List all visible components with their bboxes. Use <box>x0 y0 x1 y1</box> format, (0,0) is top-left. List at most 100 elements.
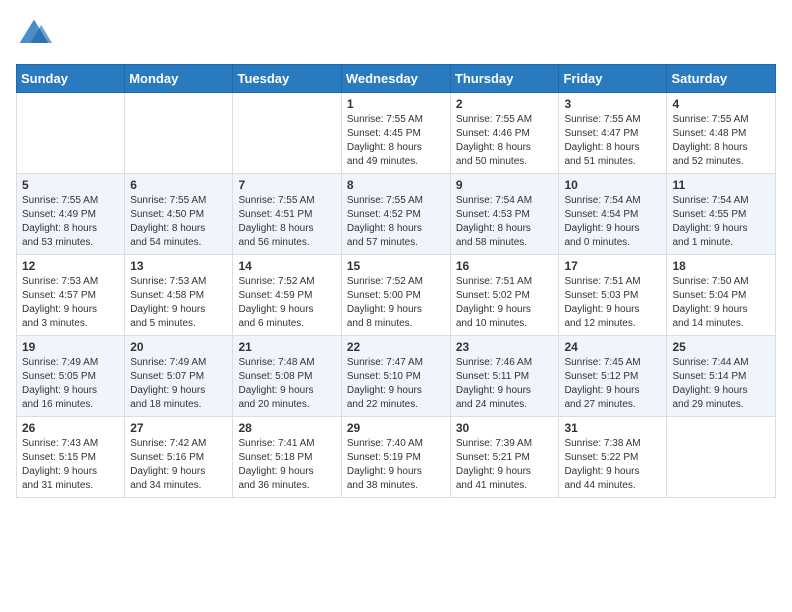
weekday-header: Saturday <box>667 65 776 93</box>
day-number: 2 <box>456 97 554 111</box>
calendar-cell: 3 Sunrise: 7:55 AM Sunset: 4:47 PM Daylig… <box>559 93 667 174</box>
day-info: Sunrise: 7:55 AM Sunset: 4:48 PM Dayligh… <box>672 113 770 169</box>
calendar-cell: 4 Sunrise: 7:55 AM Sunset: 4:48 PM Daylig… <box>667 93 776 174</box>
day-info: Sunrise: 7:52 AM Sunset: 5:00 PM Dayligh… <box>347 275 445 331</box>
calendar-cell: 17 Sunrise: 7:51 AM Sunset: 5:03 PM Dayli… <box>559 255 667 336</box>
day-info: Sunrise: 7:55 AM Sunset: 4:52 PM Dayligh… <box>347 194 445 250</box>
day-number: 27 <box>130 421 227 435</box>
day-number: 1 <box>347 97 445 111</box>
calendar-cell <box>125 93 233 174</box>
calendar-cell: 19Sunrise: 7:49 AM Sunset: 5:05 PM Dayli… <box>17 336 125 417</box>
day-number: 20 <box>130 340 227 354</box>
calendar-cell: 22 Sunrise: 7:47 AM Sunset: 5:10 PM Dayli… <box>341 336 450 417</box>
day-number: 12 <box>22 259 119 273</box>
day-info: Sunrise: 7:48 AM Sunset: 5:08 PM Dayligh… <box>238 356 335 412</box>
calendar-cell: 2 Sunrise: 7:55 AM Sunset: 4:46 PM Daylig… <box>450 93 559 174</box>
calendar-cell <box>17 93 125 174</box>
day-number: 15 <box>347 259 445 273</box>
day-info: Sunrise: 7:54 AM Sunset: 4:54 PM Dayligh… <box>564 194 661 250</box>
calendar-cell: 9 Sunrise: 7:54 AM Sunset: 4:53 PM Daylig… <box>450 174 559 255</box>
day-number: 16 <box>456 259 554 273</box>
page-header <box>16 16 776 52</box>
day-number: 23 <box>456 340 554 354</box>
calendar-cell: 14 Sunrise: 7:52 AM Sunset: 4:59 PM Dayli… <box>233 255 341 336</box>
day-info: Sunrise: 7:55 AM Sunset: 4:47 PM Dayligh… <box>564 113 661 169</box>
day-number: 13 <box>130 259 227 273</box>
day-number: 21 <box>238 340 335 354</box>
day-info: Sunrise: 7:54 AM Sunset: 4:55 PM Dayligh… <box>672 194 770 250</box>
calendar-week-row: 5 Sunrise: 7:55 AM Sunset: 4:49 PM Daylig… <box>17 174 776 255</box>
calendar-week-row: 1 Sunrise: 7:55 AM Sunset: 4:45 PM Daylig… <box>17 93 776 174</box>
day-number: 17 <box>564 259 661 273</box>
day-info: Sunrise: 7:49 AM Sunset: 5:07 PM Dayligh… <box>130 356 227 412</box>
day-info: Sunrise: 7:55 AM Sunset: 4:45 PM Dayligh… <box>347 113 445 169</box>
day-number: 3 <box>564 97 661 111</box>
day-info: Sunrise: 7:51 AM Sunset: 5:02 PM Dayligh… <box>456 275 554 331</box>
calendar-week-row: 12 Sunrise: 7:53 AM Sunset: 4:57 PM Dayli… <box>17 255 776 336</box>
weekday-header: Wednesday <box>341 65 450 93</box>
calendar-cell: 28Sunrise: 7:41 AM Sunset: 5:18 PM Dayli… <box>233 417 341 498</box>
calendar-cell: 31Sunrise: 7:38 AM Sunset: 5:22 PM Dayli… <box>559 417 667 498</box>
calendar-cell: 10 Sunrise: 7:54 AM Sunset: 4:54 PM Dayli… <box>559 174 667 255</box>
day-number: 24 <box>564 340 661 354</box>
day-info: Sunrise: 7:51 AM Sunset: 5:03 PM Dayligh… <box>564 275 661 331</box>
calendar-cell: 23 Sunrise: 7:46 AM Sunset: 5:11 PM Dayli… <box>450 336 559 417</box>
day-info: Sunrise: 7:54 AM Sunset: 4:53 PM Dayligh… <box>456 194 554 250</box>
day-info: Sunrise: 7:55 AM Sunset: 4:51 PM Dayligh… <box>238 194 335 250</box>
calendar-cell: 18 Sunrise: 7:50 AM Sunset: 5:04 PM Dayli… <box>667 255 776 336</box>
day-info: Sunrise: 7:53 AM Sunset: 4:58 PM Dayligh… <box>130 275 227 331</box>
weekday-header: Tuesday <box>233 65 341 93</box>
day-number: 19 <box>22 340 119 354</box>
day-number: 28 <box>238 421 335 435</box>
calendar-week-row: 26 Sunrise: 7:43 AM Sunset: 5:15 PM Dayli… <box>17 417 776 498</box>
calendar-cell: 20 Sunrise: 7:49 AM Sunset: 5:07 PM Dayli… <box>125 336 233 417</box>
calendar-cell <box>233 93 341 174</box>
day-number: 9 <box>456 178 554 192</box>
weekday-row: SundayMondayTuesdayWednesdayThursdayFrid… <box>17 65 776 93</box>
day-number: 26 <box>22 421 119 435</box>
day-info: Sunrise: 7:46 AM Sunset: 5:11 PM Dayligh… <box>456 356 554 412</box>
weekday-header: Thursday <box>450 65 559 93</box>
day-number: 10 <box>564 178 661 192</box>
calendar-cell: 15 Sunrise: 7:52 AM Sunset: 5:00 PM Dayli… <box>341 255 450 336</box>
day-info: Sunrise: 7:55 AM Sunset: 4:46 PM Dayligh… <box>456 113 554 169</box>
logo <box>16 16 56 52</box>
calendar-cell: 11Sunrise: 7:54 AM Sunset: 4:55 PM Dayli… <box>667 174 776 255</box>
day-number: 8 <box>347 178 445 192</box>
day-number: 18 <box>672 259 770 273</box>
day-number: 7 <box>238 178 335 192</box>
day-number: 6 <box>130 178 227 192</box>
calendar-cell: 5 Sunrise: 7:55 AM Sunset: 4:49 PM Daylig… <box>17 174 125 255</box>
calendar-cell <box>667 417 776 498</box>
day-info: Sunrise: 7:43 AM Sunset: 5:15 PM Dayligh… <box>22 437 119 493</box>
day-number: 14 <box>238 259 335 273</box>
calendar-cell: 6 Sunrise: 7:55 AM Sunset: 4:50 PM Daylig… <box>125 174 233 255</box>
calendar-cell: 21 Sunrise: 7:48 AM Sunset: 5:08 PM Dayli… <box>233 336 341 417</box>
day-info: Sunrise: 7:53 AM Sunset: 4:57 PM Dayligh… <box>22 275 119 331</box>
day-number: 25 <box>672 340 770 354</box>
day-info: Sunrise: 7:44 AM Sunset: 5:14 PM Dayligh… <box>672 356 770 412</box>
day-number: 29 <box>347 421 445 435</box>
calendar-cell: 8 Sunrise: 7:55 AM Sunset: 4:52 PM Daylig… <box>341 174 450 255</box>
calendar-cell: 30 Sunrise: 7:39 AM Sunset: 5:21 PM Dayli… <box>450 417 559 498</box>
day-number: 4 <box>672 97 770 111</box>
calendar-header: SundayMondayTuesdayWednesdayThursdayFrid… <box>17 65 776 93</box>
day-info: Sunrise: 7:55 AM Sunset: 4:49 PM Dayligh… <box>22 194 119 250</box>
calendar-week-row: 19Sunrise: 7:49 AM Sunset: 5:05 PM Dayli… <box>17 336 776 417</box>
day-number: 30 <box>456 421 554 435</box>
day-number: 5 <box>22 178 119 192</box>
calendar-cell: 12 Sunrise: 7:53 AM Sunset: 4:57 PM Dayli… <box>17 255 125 336</box>
weekday-header: Sunday <box>17 65 125 93</box>
day-info: Sunrise: 7:52 AM Sunset: 4:59 PM Dayligh… <box>238 275 335 331</box>
day-info: Sunrise: 7:45 AM Sunset: 5:12 PM Dayligh… <box>564 356 661 412</box>
calendar-table: SundayMondayTuesdayWednesdayThursdayFrid… <box>16 64 776 498</box>
calendar-cell: 25 Sunrise: 7:44 AM Sunset: 5:14 PM Dayli… <box>667 336 776 417</box>
day-number: 22 <box>347 340 445 354</box>
calendar-cell: 29Sunrise: 7:40 AM Sunset: 5:19 PM Dayli… <box>341 417 450 498</box>
day-info: Sunrise: 7:55 AM Sunset: 4:50 PM Dayligh… <box>130 194 227 250</box>
day-info: Sunrise: 7:50 AM Sunset: 5:04 PM Dayligh… <box>672 275 770 331</box>
calendar-body: 1 Sunrise: 7:55 AM Sunset: 4:45 PM Daylig… <box>17 93 776 498</box>
day-info: Sunrise: 7:39 AM Sunset: 5:21 PM Dayligh… <box>456 437 554 493</box>
weekday-header: Monday <box>125 65 233 93</box>
day-info: Sunrise: 7:47 AM Sunset: 5:10 PM Dayligh… <box>347 356 445 412</box>
